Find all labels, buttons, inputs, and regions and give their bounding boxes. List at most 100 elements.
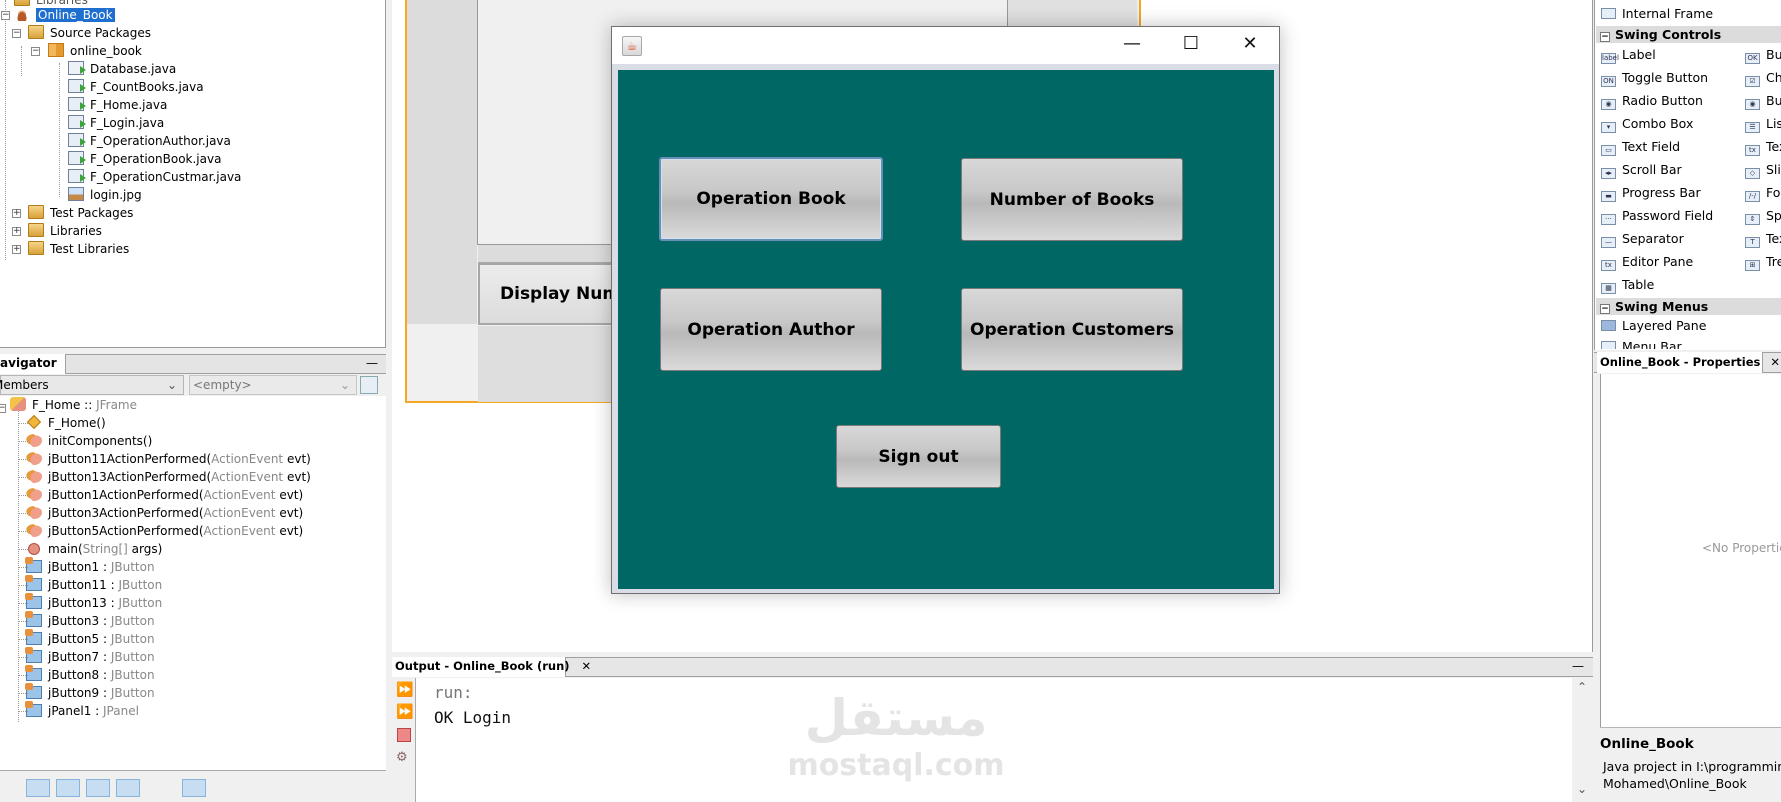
stop-icon[interactable]	[397, 728, 411, 742]
palette-item[interactable]: ◇ Slic	[1745, 160, 1781, 180]
navigator-member[interactable]: jButton3ActionPerformed(ActionEvent evt)	[18, 504, 303, 522]
minimize-icon[interactable]: —	[366, 356, 378, 370]
show-nonpublic-icon[interactable]	[86, 779, 110, 797]
members-combo[interactable]: Members ⌄	[0, 375, 184, 395]
palette-item[interactable]: ▬ Progress Bar	[1601, 183, 1701, 203]
palette-item[interactable]: tx Editor Pane	[1601, 252, 1693, 272]
maximize-button[interactable]: ☐	[1162, 27, 1220, 64]
navigator-member[interactable]: jButton9 : JButton	[18, 683, 155, 702]
navigator-root[interactable]: F_Home :: JFrame	[10, 396, 137, 414]
palette-item[interactable]: ◂▸ Scroll Bar	[1601, 160, 1682, 180]
navigator-member[interactable]: jButton7 : JButton	[18, 647, 155, 666]
collapse-icon[interactable]: −	[12, 29, 21, 38]
palette-item[interactable]: ON Toggle Button	[1601, 68, 1708, 88]
rerun-with-params-icon[interactable]: ⏩	[396, 704, 413, 720]
navigator-member[interactable]: jButton11 : JButton	[18, 575, 162, 594]
navigator-member[interactable]: jButton13 : JButton	[18, 593, 162, 612]
minimize-button[interactable]: —	[1103, 27, 1161, 64]
scroll-up-icon[interactable]: ⌃	[1577, 680, 1587, 694]
close-icon[interactable]: ✕	[1770, 355, 1780, 369]
palette-item[interactable]: ▾ Combo Box	[1601, 114, 1693, 134]
palette-category-swing-controls[interactable]: − Swing Controls	[1596, 26, 1781, 43]
settings-icon[interactable]: ⚙	[396, 750, 408, 765]
show-inner-icon[interactable]	[116, 779, 140, 797]
navigator-member[interactable]: jButton11ActionPerformed(ActionEvent evt…	[18, 450, 311, 468]
output-console[interactable]: run: OK Login مستقل mostaql.com	[416, 678, 1572, 802]
sort-source-icon[interactable]	[212, 779, 236, 797]
collapse-icon[interactable]: −	[1, 11, 10, 20]
tree-item-project[interactable]: Online_Book	[14, 6, 115, 24]
close-button[interactable]: ✕	[1221, 27, 1279, 64]
palette-item-layered-pane[interactable]: Layered Pane	[1601, 316, 1706, 336]
palette-item[interactable]: ··· Password Field	[1601, 206, 1713, 226]
show-static-icon[interactable]	[56, 779, 80, 797]
operation-book-button[interactable]: Operation Book	[659, 157, 883, 241]
file-item[interactable]: login.jpg	[68, 186, 142, 204]
sort-alpha-icon[interactable]	[182, 779, 206, 797]
palette-category-swing-menus[interactable]: − Swing Menus	[1596, 298, 1781, 315]
file-item[interactable]: F_OperationAuthor.java	[68, 132, 231, 150]
tree-item-libraries[interactable]: Libraries	[28, 222, 102, 240]
tab-properties[interactable]: Online_Book - Properties ✕	[1597, 352, 1780, 373]
palette-item[interactable]: ☰ List	[1745, 114, 1781, 134]
palette-item[interactable]: ◉ But	[1745, 91, 1781, 111]
navigator-member[interactable]: jButton3 : JButton	[18, 611, 155, 630]
output-scrollbar[interactable]: ⌃ ⌄	[1572, 678, 1593, 802]
tree-item-package[interactable]: online_book	[48, 42, 142, 60]
navigator-member[interactable]: jPanel1 : JPanel	[18, 701, 139, 720]
display-number-button[interactable]: Display Num	[478, 263, 618, 325]
tree-item-source-packages[interactable]: Source Packages	[28, 24, 151, 42]
palette-item-menu-bar[interactable]: Menu Bar	[1601, 337, 1682, 349]
operation-author-button[interactable]: Operation Author	[660, 288, 882, 371]
navigator-member[interactable]: jButton5ActionPerformed(ActionEvent evt)	[18, 522, 303, 540]
scroll-down-icon[interactable]: ⌄	[1577, 782, 1587, 796]
file-item[interactable]: F_Home.java	[68, 96, 167, 114]
file-item[interactable]: F_Login.java	[68, 114, 164, 132]
file-item[interactable]: Database.java	[68, 60, 176, 78]
filter-icon[interactable]	[151, 779, 175, 797]
navigator-member[interactable]: jButton5 : JButton	[18, 629, 155, 648]
palette-item[interactable]: ☑ Che	[1745, 68, 1781, 88]
palette-item[interactable]: label Label	[1601, 45, 1656, 65]
close-icon[interactable]: ✕	[582, 659, 592, 673]
navigator-member[interactable]: jButton13ActionPerformed(ActionEvent evt…	[18, 468, 311, 486]
tree-item-test-libraries[interactable]: Test Libraries	[28, 240, 129, 258]
minimize-icon[interactable]: —	[1572, 659, 1584, 673]
collapse-icon[interactable]: −	[0, 404, 6, 413]
navigator-member[interactable]: jButton8 : JButton	[18, 665, 155, 684]
file-item[interactable]: F_CountBooks.java	[68, 78, 204, 96]
navigator-options-icon[interactable]	[360, 376, 378, 394]
show-inherited-icon[interactable]	[0, 779, 24, 797]
expand-icon[interactable]: +	[12, 209, 21, 218]
number-of-books-button[interactable]: Number of Books	[961, 158, 1183, 241]
window-titlebar[interactable]: ☕ — ☐ ✕	[612, 27, 1279, 64]
palette-item[interactable]: ⇕ Spi	[1745, 206, 1781, 226]
palette-item[interactable]: T Tex	[1745, 229, 1781, 249]
navigator-member[interactable]: jButton1ActionPerformed(ActionEvent evt)	[18, 486, 303, 504]
expand-icon[interactable]: +	[12, 227, 21, 236]
palette-item[interactable]: /-/ For	[1745, 183, 1781, 203]
file-item[interactable]: F_OperationBook.java	[68, 150, 221, 168]
navigator-member[interactable]: main(String[] args)	[18, 540, 162, 558]
file-item[interactable]: F_OperationCustmar.java	[68, 168, 241, 186]
palette-item[interactable]: ▭ Text Field	[1601, 137, 1680, 157]
collapse-icon[interactable]: −	[31, 47, 40, 56]
filter-combo[interactable]: <empty> ⌄	[189, 375, 357, 395]
tree-item-test-packages[interactable]: Test Packages	[28, 204, 133, 222]
palette-item[interactable]: tx Tex	[1745, 137, 1781, 157]
palette-item-internal-frame[interactable]: Internal Frame	[1601, 4, 1713, 24]
palette-item[interactable]: — Separator	[1601, 229, 1684, 249]
tab-output[interactable]: Output - Online_Book (run) ✕	[392, 657, 591, 677]
navigator-member[interactable]: F_Home()	[18, 414, 106, 432]
tab-navigator[interactable]: Navigator ✕	[0, 354, 66, 389]
navigator-member[interactable]: initComponents()	[18, 432, 152, 450]
palette-item[interactable]: ▦ Table	[1601, 275, 1654, 295]
expand-icon[interactable]: +	[12, 245, 21, 254]
rerun-icon[interactable]: ⏩	[396, 682, 413, 698]
palette-item[interactable]: OK But	[1745, 45, 1781, 65]
navigator-member[interactable]: jButton1 : JButton	[18, 557, 155, 576]
show-fields-icon[interactable]	[26, 779, 50, 797]
palette-item[interactable]: ◉ Radio Button	[1601, 91, 1703, 111]
operation-customers-button[interactable]: Operation Customers	[961, 288, 1183, 371]
palette-item[interactable]: ⊞ Tre	[1745, 252, 1781, 272]
